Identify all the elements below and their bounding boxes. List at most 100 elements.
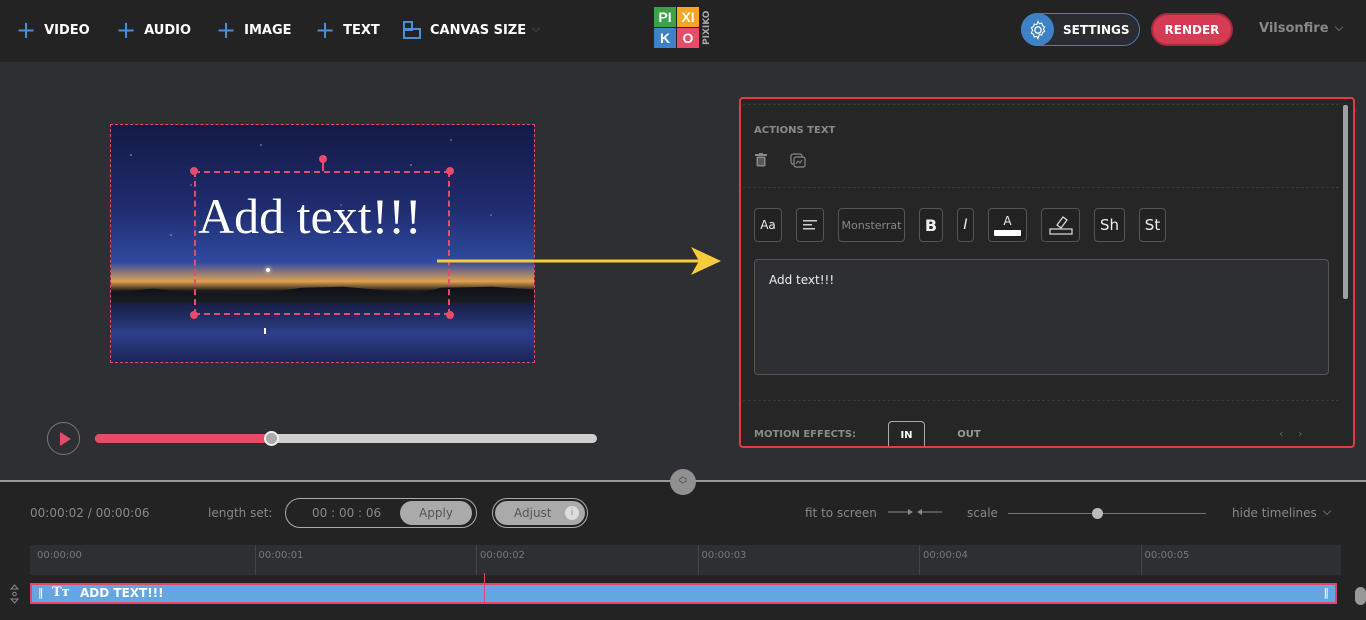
motion-tab-out[interactable]: OUT: [951, 421, 987, 446]
add-video-button[interactable]: + VIDEO: [16, 18, 90, 42]
add-text-button[interactable]: + TEXT: [315, 16, 380, 44]
bold-button[interactable]: B: [919, 208, 943, 242]
logo-cell: XI: [677, 7, 699, 27]
bold-label: B: [924, 215, 938, 235]
hide-timelines-toggle[interactable]: hide timelines: [1232, 506, 1332, 520]
add-audio-button[interactable]: + AUDIO: [116, 18, 192, 42]
text-content-input[interactable]: [754, 259, 1329, 375]
timeline-scrollbar[interactable]: [1355, 587, 1366, 605]
paint-bucket-icon: [1048, 216, 1073, 235]
user-menu[interactable]: Vilsonfire: [1259, 21, 1343, 36]
text-color-button[interactable]: A: [988, 208, 1027, 242]
timeline-ruler[interactable]: 00:00:00 00:00:01 00:00:02 00:00:03 00:00:04…: [30, 545, 1341, 575]
resize-handle-top-left[interactable]: [190, 167, 198, 175]
ruler-tick-label: 00:00:05: [1144, 550, 1190, 561]
ruler-tick: [1140, 545, 1142, 575]
clip-left-handle[interactable]: ‖: [38, 586, 44, 599]
motion-tab-out-label: OUT: [957, 429, 981, 440]
italic-label: I: [963, 217, 968, 233]
add-audio-label: AUDIO: [144, 22, 192, 38]
chevron-down-icon: [1334, 22, 1343, 31]
progress-knob[interactable]: [263, 431, 279, 446]
length-set-control: 00 : 00 : 06 Apply: [285, 498, 477, 528]
divider: [743, 104, 1339, 105]
text-layer[interactable]: Add text!!!: [194, 171, 450, 315]
next-effect-button[interactable]: ›: [1298, 427, 1302, 440]
ruler-tick-label: 00:00:04: [923, 550, 968, 561]
shadow-label: Sh: [1099, 216, 1120, 234]
adjust-label: Adjust: [514, 506, 552, 520]
resize-handle-bottom-left[interactable]: [190, 311, 198, 319]
text-align-button[interactable]: [796, 208, 824, 242]
rotate-connector: [322, 162, 324, 171]
duplicate-icon[interactable]: [790, 153, 806, 168]
settings-button[interactable]: SETTINGS: [1021, 13, 1140, 46]
progress-fill: [95, 434, 271, 443]
play-button[interactable]: [47, 422, 80, 455]
divider: [743, 400, 1339, 401]
playhead[interactable]: [484, 573, 485, 603]
italic-button[interactable]: I: [957, 208, 974, 242]
logo-vertical-text: PIXIKO: [702, 10, 712, 46]
render-button[interactable]: RENDER: [1151, 13, 1233, 46]
motion-tab-in-label: IN: [900, 430, 913, 441]
apply-button[interactable]: Apply: [400, 501, 472, 525]
resize-handle-top-right[interactable]: [446, 167, 454, 175]
fit-to-screen-icon[interactable]: [888, 508, 943, 516]
align-left-icon: [803, 220, 817, 230]
canvas-size-label: CANVAS SIZE: [430, 22, 527, 38]
time-display: 00:00:02 / 00:00:06: [30, 506, 150, 520]
trash-icon[interactable]: [755, 153, 767, 167]
text-type-icon: Tт: [52, 585, 70, 600]
stroke-label: St: [1144, 216, 1161, 234]
clip-right-handle[interactable]: ‖: [1324, 586, 1330, 599]
clip-label: ADD TEXT!!!: [80, 586, 164, 600]
canvas-size-dropdown[interactable]: CANVAS SIZE: [403, 20, 541, 40]
text-color-label: A: [1003, 213, 1012, 228]
panel-scrollbar[interactable]: [1343, 105, 1348, 299]
plus-icon: +: [315, 16, 336, 44]
playback-progress[interactable]: [95, 431, 597, 446]
background-color-button[interactable]: [1041, 208, 1080, 242]
chevron-down-icon: [1322, 506, 1332, 516]
length-input[interactable]: 00 : 00 : 06: [312, 506, 381, 520]
canvas-size-icon: [403, 21, 421, 39]
ruler-tick: [476, 545, 477, 575]
prev-effect-button[interactable]: ‹: [1279, 427, 1283, 440]
hide-timelines-label: hide timelines: [1232, 506, 1317, 520]
scale-slider[interactable]: [1008, 513, 1206, 514]
font-family-select[interactable]: Monsterrat: [838, 208, 905, 242]
text-properties-panel: ACTIONS TEXT Aa Monsterrat B I A Sh St M…: [739, 97, 1355, 448]
motion-tab-in[interactable]: IN: [888, 421, 925, 446]
divider: [743, 187, 1339, 188]
shadow-button[interactable]: Sh: [1094, 208, 1125, 242]
ruler-tick-label: 00:00:03: [701, 550, 747, 561]
collapse-toggle-button[interactable]: ︿ ﹀: [670, 469, 696, 495]
settings-label: SETTINGS: [1063, 22, 1130, 37]
font-size-button[interactable]: Aa: [754, 208, 782, 242]
render-label: RENDER: [1164, 22, 1220, 37]
motion-effects-label: MOTION EFFECTS:: [754, 429, 857, 440]
resize-handle-bottom-right[interactable]: [446, 311, 454, 319]
logo-cell: O: [677, 28, 699, 48]
rotate-handle[interactable]: [319, 155, 327, 163]
top-toolbar: + VIDEO + AUDIO + IMAGE + TEXT CANVAS SIZE P…: [0, 0, 1366, 62]
add-video-label: VIDEO: [44, 22, 90, 38]
ruler-tick-label: 00:00:00: [37, 550, 82, 561]
add-image-button[interactable]: + IMAGE: [216, 16, 292, 44]
fit-to-screen-label[interactable]: fit to screen: [805, 506, 877, 520]
ruler-tick-label: 00:00:02: [480, 550, 525, 561]
apply-label: Apply: [419, 506, 453, 520]
plus-icon: +: [216, 16, 237, 44]
pixiko-logo[interactable]: PI XI K O PIXIKO: [654, 6, 718, 48]
user-name: Vilsonfire: [1259, 21, 1329, 36]
color-swatch: [994, 229, 1021, 236]
timeline-clip-text[interactable]: ‖ Tт ADD TEXT!!! ‖: [30, 583, 1337, 604]
info-icon[interactable]: i: [565, 506, 579, 520]
stroke-button[interactable]: St: [1139, 208, 1166, 242]
add-image-label: IMAGE: [244, 22, 292, 38]
ruler-tick: [919, 545, 920, 575]
ruler-tick: [254, 545, 256, 575]
adjust-button[interactable]: Adjust i: [495, 501, 585, 525]
track-reorder-icon[interactable]: [10, 584, 19, 604]
